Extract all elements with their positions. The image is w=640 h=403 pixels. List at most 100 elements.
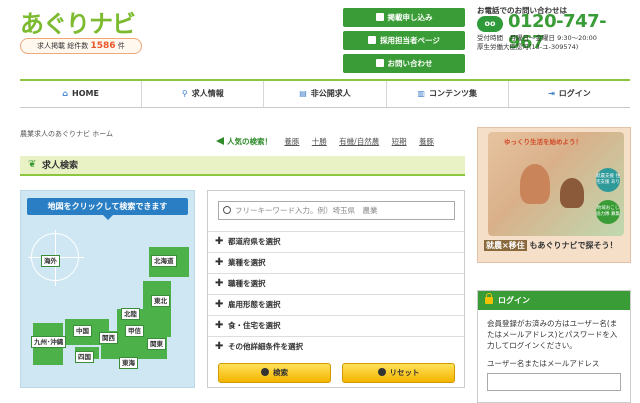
region-kyushu[interactable]: 九州･沖縄 [31,336,67,348]
condition-industry[interactable]: ✚ 業種を選択 [208,252,464,273]
job-count-badge: 求人掲載 総件数 1586 件 [20,38,142,54]
nav-login-label: ログイン [558,89,591,98]
popular-label: 人気の検索！ [227,137,272,146]
section-title-job-search: ❦ 求人検索 [20,156,465,176]
banner-person [520,164,550,204]
apply-listing-button[interactable]: 掲載申し込み [343,8,465,27]
region-kanto[interactable]: 関東 [147,338,166,350]
job-count-label: 求人掲載 総件数 [37,42,89,50]
username-label: ユーザー名またはメールアドレス [487,359,600,368]
banner-badge: 就農支援 住宅支援 あり [596,168,620,192]
region-koshinetsu[interactable]: 甲信 [125,325,144,337]
nav-login[interactable]: ⇥ ログイン [509,81,630,107]
keyword-placeholder: フリーキーワード入力。例）埼玉県 農業 [235,206,378,215]
popular-tag[interactable]: 有機/自然農 [339,137,379,146]
region-kansai[interactable]: 関西 [99,332,118,344]
nav-jobs[interactable]: ⚲ 求人情報 [142,81,265,107]
login-title-text: ログイン [498,296,530,305]
region-shikoku[interactable]: 四国 [75,351,94,363]
nav-contents[interactable]: ▥ コンテンツ集 [387,81,509,107]
banner-person [560,178,584,208]
contact-label: お問い合わせ [387,59,433,68]
region-hokkaido[interactable]: 北海道 [151,255,177,267]
license-line: 厚生労働大臣認可(13-ユ-309574) [477,43,579,51]
region-hokuriku[interactable]: 北陸 [121,308,140,320]
close-icon [377,368,386,376]
banner-heading: ゆっくり生活を始めよう！ [504,138,582,146]
keyword-search-input[interactable]: フリーキーワード入力。例）埼玉県 農業 [218,201,455,220]
job-count-unit: 件 [117,42,125,50]
condition-other[interactable]: ✚ その他詳細条件を選択 [208,336,464,357]
search-panel: フリーキーワード入力。例）埼玉県 農業 ✚ 都道府県を選択 ✚ 業種を選択 ✚ 職種を… [207,190,465,388]
condition-job-type[interactable]: ✚ 職種を選択 [208,273,464,294]
popular-tag[interactable]: 養豚 [419,137,434,146]
apply-listing-label: 掲載申し込み [387,13,433,22]
reset-button-label: リセット [389,368,420,377]
condition-label: その他詳細条件を選択 [228,342,303,351]
nav-home-label: HOME [72,89,99,98]
map-title: 地図をクリックして検索できます [27,198,188,220]
condition-label: 雇用形態を選択 [228,300,281,309]
login-panel: ログイン 会員登録がお済みの方はユーザー名(またはメールアドレス)とパスワードを… [477,290,631,403]
nav-home[interactable]: ⌂ HOME [20,81,143,107]
plus-icon: ✚ [215,236,224,247]
job-count-number: 1586 [90,41,116,51]
banner-caption-text: もあぐりナビで探そう！ [529,241,618,250]
hours-line: 受付時間 月曜日～金曜日 9:30～20:00 [477,34,597,42]
section-title-text: 求人検索 [42,161,79,171]
reset-button[interactable]: リセット [342,363,455,383]
nav-jobs-label: 求人情報 [191,89,224,98]
username-input[interactable] [487,373,621,391]
login-icon: ⇥ [548,89,555,98]
login-title: ログイン [478,291,630,310]
condition-label: 都道府県を選択 [228,237,281,246]
home-icon: ⌂ [62,89,68,98]
condition-label: 食・住宅を選択 [228,321,281,330]
plus-icon: ✚ [215,320,224,331]
search-icon [223,206,231,214]
plus-icon: ✚ [215,341,224,352]
person-icon [368,36,377,44]
condition-label: 職種を選択 [228,279,266,288]
region-map: 地図をクリックして検索できます 海外 北海道 東北 北陸 中国 関西 甲信 関東… [20,190,195,388]
condition-label: 業種を選択 [228,258,266,267]
free-dial-icon: oo [477,16,503,32]
main-nav: ⌂ HOME ⚲ 求人情報 ▤ 非公開求人 ▥ コンテンツ集 ⇥ ログイン [20,79,630,108]
condition-food-housing[interactable]: ✚ 食・住宅を選択 [208,315,464,336]
lock-icon [485,293,493,304]
banner-badge: 地域おこし 協力隊 募集 [596,200,620,224]
banner-caption: 就農×移住 もあぐりナビで探そう！ [484,240,618,251]
sprout-icon: ❦ [28,159,37,170]
document-icon [375,13,384,21]
region-overseas[interactable]: 海外 [41,255,60,267]
search-icon [261,368,269,376]
nav-contents-label: コンテンツ集 [428,89,477,98]
popular-tag[interactable]: 十勝 [312,137,327,146]
nav-private-jobs-label: 非公開求人 [310,89,351,98]
search-button[interactable]: 検索 [218,363,331,383]
mail-icon [375,59,384,67]
megaphone-icon [216,137,224,145]
banner-caption-box: 就農×移住 [484,240,527,251]
region-tohoku[interactable]: 東北 [151,295,170,307]
document-icon: ▤ [299,89,307,98]
business-hours: 受付時間 月曜日～金曜日 9:30～20:00 厚生労働大臣認可(13-ユ-30… [477,34,597,52]
region-chugoku[interactable]: 中国 [73,325,92,337]
nav-private-jobs[interactable]: ▤ 非公開求人 [264,81,387,107]
contact-button[interactable]: お問い合わせ [343,54,465,73]
migration-banner[interactable]: ゆっくり生活を始めよう！ 就農支援 住宅支援 あり 地域おこし 協力隊 募集 就… [477,127,631,263]
site-logo[interactable]: あぐりナビ [20,4,136,39]
plus-icon: ✚ [215,278,224,289]
breadcrumb[interactable]: 農業求人のあぐりナビ ホーム [20,129,113,139]
plus-icon: ✚ [215,299,224,310]
search-icon: ⚲ [181,89,188,98]
book-icon: ▥ [417,89,425,98]
popular-tag[interactable]: 養豚 [284,137,299,146]
search-button-label: 検索 [273,368,288,377]
condition-employment[interactable]: ✚ 雇用形態を選択 [208,294,464,315]
plus-icon: ✚ [215,257,224,268]
condition-prefecture[interactable]: ✚ 都道府県を選択 [208,231,464,252]
recruiter-page-button[interactable]: 採用担当者ページ [343,31,465,50]
region-tokai[interactable]: 東海 [119,357,138,369]
popular-tag[interactable]: 短期 [392,137,407,146]
